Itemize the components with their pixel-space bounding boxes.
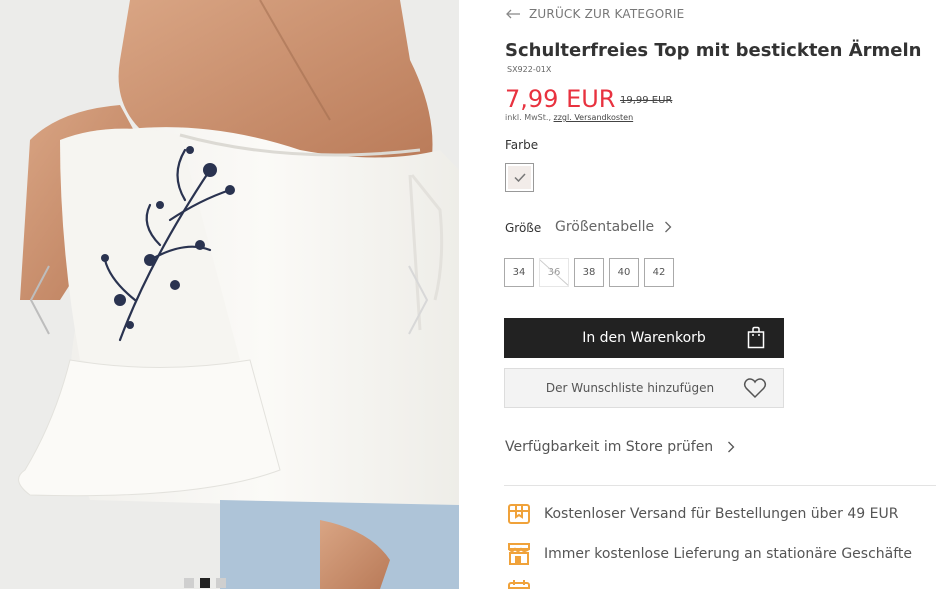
size-option-unavailable[interactable]: 36 — [539, 258, 569, 287]
gallery-next-button[interactable] — [405, 262, 431, 338]
gallery-dot-active[interactable] — [200, 578, 210, 588]
color-swatch[interactable] — [505, 163, 534, 192]
benefit-text: Immer kostenlose Lieferung an stationäre… — [544, 546, 913, 562]
product-gallery — [0, 0, 459, 589]
product-title: Schulterfreies Top mit bestickten Ärmeln — [505, 40, 922, 61]
size-option[interactable]: 42 — [644, 258, 674, 287]
arrow-left-icon — [506, 9, 520, 19]
size-label: Größe — [505, 221, 542, 235]
back-label: ZURÜCK ZUR KATEGORIE — [529, 7, 685, 21]
add-to-wishlist-label: Der Wunschliste hinzufügen — [545, 381, 715, 395]
gallery-prev-button[interactable] — [27, 262, 53, 338]
divider — [504, 485, 936, 486]
size-option[interactable]: 38 — [574, 258, 604, 287]
gallery-dot[interactable] — [184, 578, 194, 588]
add-to-wishlist-button[interactable]: Der Wunschliste hinzufügen — [504, 368, 784, 408]
benefit-store-delivery: Immer kostenlose Lieferung an stationäre… — [506, 541, 912, 567]
checkmark-icon — [513, 173, 526, 182]
size-option[interactable]: 40 — [609, 258, 639, 287]
color-label: Farbe — [505, 138, 539, 152]
chevron-right-icon — [665, 221, 672, 233]
check-store-availability-link[interactable]: Verfügbarkeit im Store prüfen — [505, 439, 735, 455]
benefit-free-shipping: Kostenloser Versand für Bestellungen übe… — [506, 501, 898, 527]
size-chart-label: Größentabelle — [555, 219, 655, 235]
add-to-cart-button[interactable]: In den Warenkorb — [504, 318, 784, 358]
benefit-text: Kostenloser Versand für Bestellungen übe… — [544, 506, 899, 522]
size-chart-link[interactable]: Größentabelle — [555, 219, 672, 235]
shopping-bag-icon — [747, 326, 765, 349]
swatch-fill — [508, 166, 531, 189]
current-price: 7,99 EUR — [505, 85, 616, 113]
heart-icon — [743, 378, 767, 399]
shipping-costs-link[interactable]: zzgl. Versandkosten — [554, 113, 634, 122]
tax-note: inkl. MwSt., zzgl. Versandkosten — [505, 113, 633, 122]
product-sku: SX922-01X — [507, 65, 552, 74]
old-price: 19,99 EUR — [620, 95, 673, 106]
back-to-category-link[interactable]: ZURÜCK ZUR KATEGORIE — [505, 7, 684, 21]
size-option[interactable]: 34 — [504, 258, 534, 287]
tax-prefix: inkl. MwSt., — [505, 113, 551, 122]
store-icon — [508, 543, 530, 565]
delivery-box-icon — [508, 504, 530, 524]
add-to-cart-label: In den Warenkorb — [582, 330, 706, 346]
gallery-pagination — [184, 578, 226, 588]
availability-label: Verfügbarkeit im Store prüfen — [505, 439, 714, 455]
product-details: ZURÜCK ZUR KATEGORIE Schulterfreies Top … — [459, 0, 936, 589]
benefit-partial — [506, 578, 532, 589]
chevron-right-icon — [728, 441, 735, 453]
size-selector: 34 36 38 40 42 — [504, 258, 674, 287]
product-photo — [0, 0, 459, 589]
gallery-dot[interactable] — [216, 578, 226, 588]
calendar-icon — [508, 580, 530, 589]
